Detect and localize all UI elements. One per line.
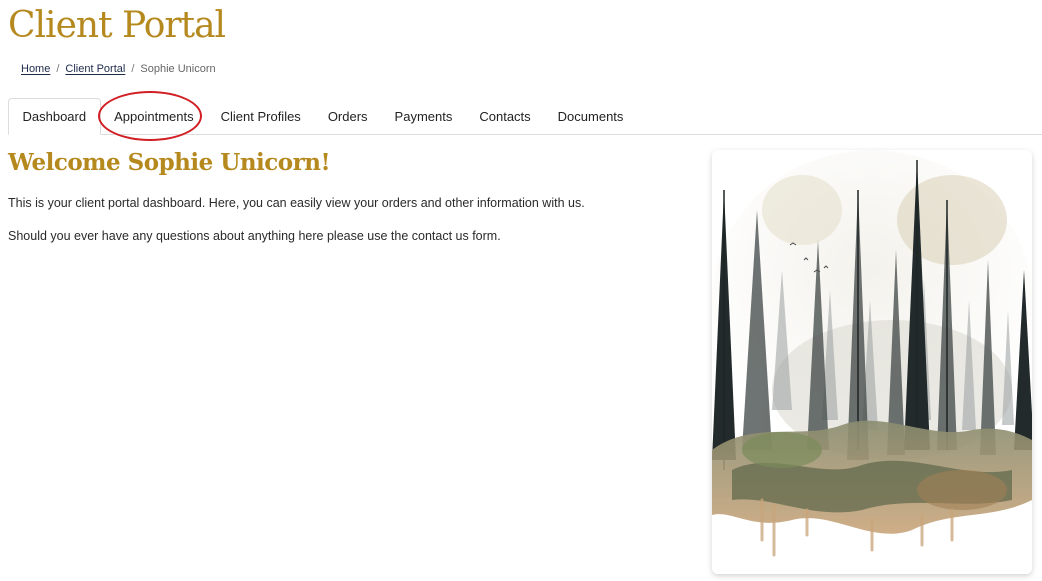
breadcrumb-home-link[interactable]: Home	[21, 63, 50, 75]
breadcrumb-separator: /	[131, 63, 135, 75]
tab-payments[interactable]: Payments	[381, 99, 466, 134]
breadcrumb: Home / Client Portal / Sophie Unicorn	[21, 63, 216, 75]
tab-orders[interactable]: Orders	[314, 99, 381, 134]
tab-documents[interactable]: Documents	[544, 99, 637, 134]
page-title: Client Portal	[8, 5, 226, 46]
breadcrumb-current: Sophie Unicorn	[140, 63, 216, 75]
tab-dashboard[interactable]: Dashboard	[8, 98, 101, 135]
tab-appointments[interactable]: Appointments	[101, 99, 208, 134]
welcome-heading: Welcome Sophie Unicorn!	[8, 149, 331, 176]
tab-client-profiles[interactable]: Client Profiles	[207, 99, 314, 134]
forest-illustration-image	[712, 150, 1032, 574]
dashboard-intro-text: This is your client portal dashboard. He…	[8, 196, 585, 210]
tab-bar: Dashboard Appointments Client Profiles O…	[8, 98, 1042, 135]
breadcrumb-separator: /	[56, 63, 60, 75]
client-portal-page: Client Portal Home / Client Portal / Sop…	[0, 0, 1042, 581]
breadcrumb-client-portal-link[interactable]: Client Portal	[65, 63, 125, 75]
contact-help-text: Should you ever have any questions about…	[8, 229, 501, 243]
forest-illustration-card	[712, 150, 1032, 574]
tab-contacts[interactable]: Contacts	[466, 99, 544, 134]
